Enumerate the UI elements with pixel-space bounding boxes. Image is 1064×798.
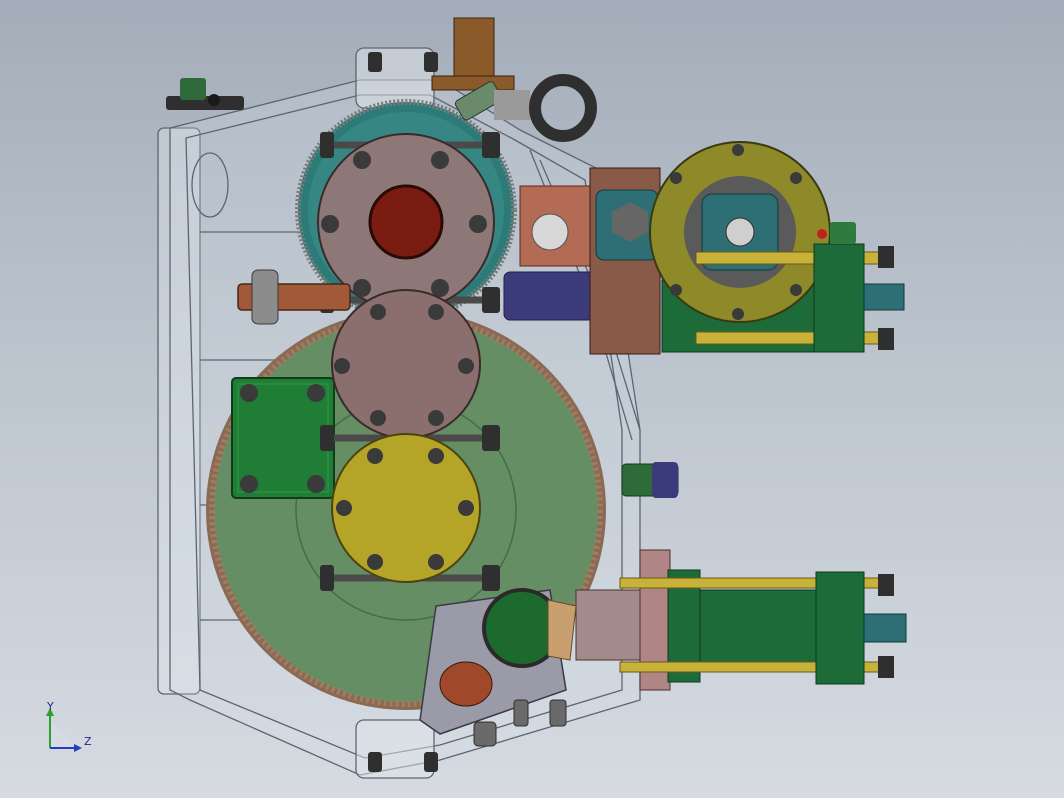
z-axis-arrow (74, 744, 82, 752)
y-axis-label: Y (46, 700, 54, 713)
side-plug (621, 462, 679, 498)
cad-viewport[interactable]: Y Z (0, 0, 1064, 798)
eye-bolt (529, 74, 597, 142)
green-cover-plate (231, 377, 335, 499)
z-axis-label: Z (84, 735, 92, 748)
gearbox-model[interactable] (0, 0, 1064, 798)
idler-hub (331, 289, 481, 439)
upper-motor-flange (649, 141, 831, 323)
lower-hub (331, 433, 481, 583)
breather (166, 78, 244, 110)
axis-triad: Y Z (46, 700, 92, 752)
